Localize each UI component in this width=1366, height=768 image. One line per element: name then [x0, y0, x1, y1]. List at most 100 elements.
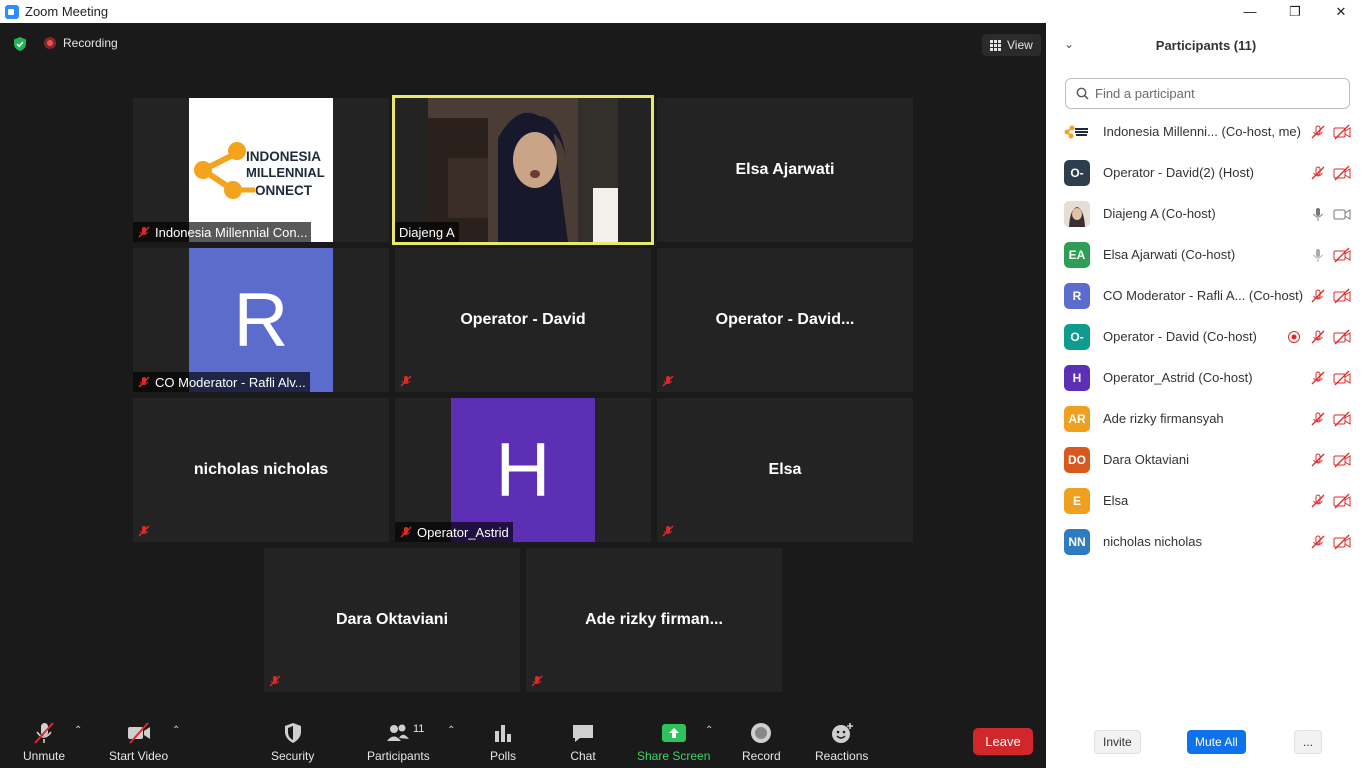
participant-row[interactable]: DO Dara Oktaviani [1046, 439, 1366, 480]
zoom-app-icon [5, 4, 19, 19]
start-video-button[interactable]: Start Video [109, 721, 168, 763]
video-off-icon[interactable] [1333, 370, 1351, 386]
participant-row[interactable]: H Operator_Astrid (Co-host) [1046, 357, 1366, 398]
participant-name-center: Ade rizky firman... [585, 611, 723, 628]
participant-name-center: Elsa Ajarwati [735, 161, 835, 178]
search-input[interactable] [1095, 86, 1335, 101]
participant-video [428, 98, 618, 242]
video-off-icon[interactable] [1333, 288, 1351, 304]
video-options-caret[interactable]: ⌃ [172, 725, 180, 736]
participant-name-label: CO Moderator - Rafli Alv... [133, 372, 310, 392]
mic-muted-icon [138, 525, 150, 537]
participant-row[interactable]: AR Ade rizky firmansyah [1046, 398, 1366, 439]
more-options-button[interactable]: ... [1294, 730, 1323, 754]
video-tile-dara-oktaviani[interactable]: Dara Oktaviani [264, 548, 520, 692]
video-tile-ade-rizky[interactable]: Ade rizky firman... [526, 548, 782, 692]
video-tile-operator-david-2[interactable]: Operator - David... [657, 248, 913, 392]
video-off-icon[interactable] [1333, 411, 1351, 427]
participant-avatar: EA [1064, 241, 1090, 268]
mic-muted-icon [400, 375, 412, 387]
participant-name: Operator_Astrid (Co-host) [1103, 370, 1253, 385]
participant-name: CO Moderator - Rafli A... (Co-host) [1103, 288, 1304, 303]
participant-name-center: Dara Oktaviani [335, 611, 449, 628]
mic-on-icon[interactable] [1310, 206, 1326, 222]
encryption-shield-icon[interactable] [12, 36, 28, 52]
mic-muted-icon[interactable] [1310, 329, 1326, 345]
participant-row[interactable]: O- Operator - David(2) (Host) [1046, 152, 1366, 193]
video-on-icon[interactable] [1333, 206, 1351, 222]
participant-row[interactable]: Indonesia Millenni... (Co-host, me) [1046, 111, 1366, 152]
mic-muted-icon[interactable] [1310, 534, 1326, 550]
svg-text:ONNECT: ONNECT [255, 183, 313, 198]
meeting-area: Recording View INDONESIA MILLENNIAL ONNE… [0, 23, 1046, 768]
maximize-button[interactable]: ❐ [1272, 0, 1318, 23]
participant-name-label: Indonesia Millennial Con... [133, 222, 312, 242]
mic-muted-icon [138, 226, 150, 238]
mic-muted-icon[interactable] [1310, 124, 1326, 140]
participant-name-center: Operator - David [460, 311, 586, 328]
participant-avatar: O- [1064, 323, 1090, 350]
participants-panel-footer: Invite Mute All ... [1046, 726, 1366, 758]
audio-options-caret[interactable]: ⌃ [74, 725, 82, 736]
participant-name: nicholas nicholas [1103, 534, 1203, 549]
video-off-icon[interactable] [1333, 493, 1351, 509]
participant-row[interactable]: E Elsa [1046, 480, 1366, 521]
recording-dot-icon [44, 37, 56, 49]
close-button[interactable]: ✕ [1318, 0, 1364, 23]
video-off-icon[interactable] [1333, 165, 1351, 181]
video-off-icon[interactable] [1333, 329, 1351, 345]
mic-muted-icon[interactable] [1310, 411, 1326, 427]
video-off-icon[interactable] [1333, 534, 1351, 550]
profile-photo [1064, 200, 1090, 227]
video-off-icon[interactable] [1333, 124, 1351, 140]
participant-row[interactable]: R CO Moderator - Rafli A... (Co-host) [1046, 275, 1366, 316]
video-tile-elsa[interactable]: Elsa [657, 398, 913, 542]
organization-logo: INDONESIA MILLENNIAL ONNECT [189, 98, 333, 242]
unmute-button[interactable]: Unmute [23, 721, 65, 763]
video-tile-nicholas[interactable]: nicholas nicholas [133, 398, 389, 542]
video-tile-elsa-ajarwati[interactable]: Elsa Ajarwati [657, 98, 913, 242]
window-title: Zoom Meeting [25, 4, 109, 19]
participant-row[interactable]: Diajeng A (Co-host) [1046, 193, 1366, 234]
participant-row[interactable]: NN nicholas nicholas [1046, 521, 1366, 562]
polls-button[interactable]: Polls [490, 721, 516, 763]
chat-button[interactable]: Chat [570, 721, 596, 763]
mic-muted-icon[interactable] [1310, 493, 1326, 509]
view-button[interactable]: View [982, 34, 1041, 56]
participants-options-caret[interactable]: ⌃ [447, 725, 455, 736]
participant-search-box[interactable] [1065, 78, 1350, 109]
video-off-icon[interactable] [1333, 247, 1351, 263]
video-off-icon[interactable] [1333, 452, 1351, 468]
security-button[interactable]: Security [271, 721, 314, 763]
recording-indicator[interactable]: Recording [44, 36, 118, 50]
video-tile-diajeng-a[interactable]: Diajeng A [392, 95, 654, 245]
video-tile-indonesia-millennial[interactable]: INDONESIA MILLENNIAL ONNECT Indonesia Mi… [133, 98, 389, 242]
minimize-button[interactable]: — [1227, 0, 1273, 23]
mic-muted-icon[interactable] [1310, 288, 1326, 304]
participant-avatar: R [189, 248, 333, 392]
svg-text:MILLENNIAL: MILLENNIAL [246, 165, 325, 180]
participant-row[interactable]: EA Elsa Ajarwati (Co-host) [1046, 234, 1366, 275]
share-screen-button[interactable]: Share Screen [637, 721, 710, 763]
participant-row[interactable]: O- Operator - David (Co-host) [1046, 316, 1366, 357]
mute-all-button[interactable]: Mute All [1187, 730, 1246, 754]
participant-name: Ade rizky firmansyah [1103, 411, 1224, 426]
video-tile-co-moderator-rafli[interactable]: R CO Moderator - Rafli Alv... [133, 248, 389, 392]
share-options-caret[interactable]: ⌃ [705, 725, 713, 736]
mic-muted-icon[interactable] [1310, 165, 1326, 181]
participant-name-label: Diajeng A [395, 222, 459, 242]
invite-button[interactable]: Invite [1094, 730, 1141, 754]
mic-on-icon[interactable] [1310, 247, 1326, 263]
reactions-button[interactable]: Reactions [815, 721, 868, 763]
participant-avatar-photo [1064, 200, 1090, 227]
reactions-smiley-icon [831, 723, 853, 743]
mic-muted-icon[interactable] [1310, 452, 1326, 468]
participant-name: Indonesia Millenni... (Co-host, me) [1103, 124, 1301, 139]
participants-panel: ⌄ Participants (11) Indonesia Millenni..… [1046, 23, 1366, 768]
video-tile-operator-david[interactable]: Operator - David [395, 248, 651, 392]
video-tile-operator-astrid[interactable]: H Operator_Astrid [395, 398, 651, 542]
record-button[interactable]: Record [742, 721, 781, 763]
leave-meeting-button[interactable]: Leave [973, 728, 1033, 755]
video-feed-image [428, 98, 618, 242]
mic-muted-icon[interactable] [1310, 370, 1326, 386]
